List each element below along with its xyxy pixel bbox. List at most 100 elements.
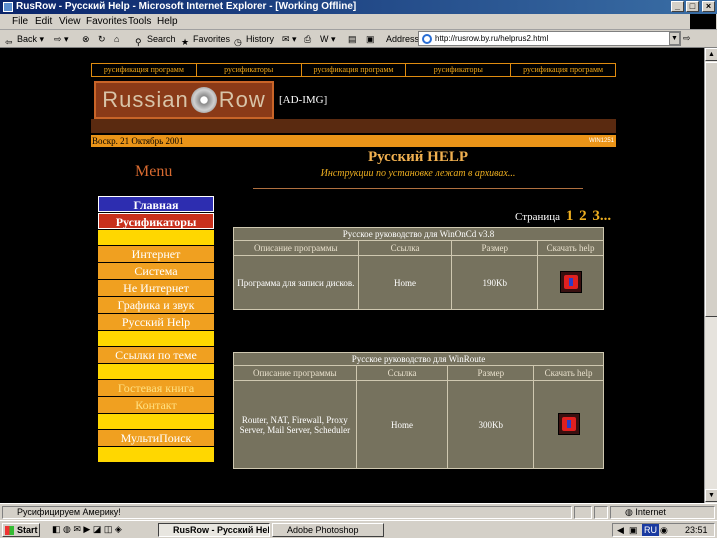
browser-window: RusRow - Русский Help - Microsoft Intern… <box>0 0 717 538</box>
forward-button[interactable]: ⇨ ▾ <box>54 32 69 46</box>
address-input[interactable]: http://rusrow.by.ru/helprus2.html <box>418 31 681 46</box>
menu-tools[interactable]: Tools <box>128 16 151 27</box>
scroll-up-icon[interactable]: ▲ <box>705 48 717 61</box>
clock: 23:51 <box>685 525 708 535</box>
encoding-link[interactable]: WIN1251 <box>589 135 614 147</box>
download-help-icon[interactable] <box>559 270 582 293</box>
nav-link[interactable]: Русификаторы <box>98 213 214 229</box>
minimize-button[interactable]: _ <box>671 1 684 12</box>
header-band <box>91 119 616 133</box>
go-button[interactable]: ⇨ <box>683 33 691 44</box>
nav-link[interactable]: Главная <box>98 196 214 212</box>
start-button[interactable]: Start <box>2 523 40 537</box>
file-size: 300Kb <box>447 380 535 469</box>
top-nav-link[interactable]: русификация программ <box>511 64 615 76</box>
nav-link[interactable]: МультиПоиск <box>98 430 214 446</box>
column-header: Скачать help <box>537 240 604 256</box>
download-cell <box>533 380 604 469</box>
file-size: 190Kb <box>451 255 539 310</box>
forward-arrow-icon: ⇨ <box>54 34 62 44</box>
page-content: русификация программ русификаторы русифи… <box>0 48 704 503</box>
column-header: Описание программы <box>233 365 357 381</box>
current-date: Воскр. 21 Октябрь 2001 <box>92 136 184 146</box>
edit-button[interactable]: W ▾ <box>320 32 336 46</box>
vertical-scrollbar[interactable]: ▲ ▼ <box>704 48 717 503</box>
maximize-button[interactable]: □ <box>686 1 699 12</box>
nav-link[interactable]: Русский Help <box>98 314 214 330</box>
program-description: Router, NAT, Firewall, Proxy Server, Mai… <box>233 380 357 469</box>
system-tray: ◀ ▣ RU ◉ 23:51 <box>612 523 715 537</box>
search-icon: ⚲ <box>135 36 142 47</box>
nav-link[interactable]: Система <box>98 263 214 279</box>
messenger-button[interactable]: ▣ <box>366 32 375 46</box>
download-cell <box>537 255 604 310</box>
top-nav-link[interactable]: русификация программ <box>302 64 407 76</box>
favorites-button[interactable]: ★ Favorites <box>181 32 230 47</box>
menu-file[interactable]: File <box>12 16 28 27</box>
menu-bar: File Edit View Favorites Tools Help <box>0 14 717 30</box>
search-button[interactable]: ⚲ Search <box>135 32 176 47</box>
logo-text-left: Russian <box>102 87 189 112</box>
address-dropdown-icon[interactable]: ▼ <box>669 32 680 45</box>
refresh-button[interactable]: ↻ <box>98 32 106 46</box>
page-subtitle: Инструкции по установке лежат в архивах.… <box>320 168 516 179</box>
nav-link[interactable]: Ссылки по теме <box>98 347 214 363</box>
nav-link[interactable]: Не Интернет <box>98 280 214 296</box>
nav-spacer <box>98 364 214 379</box>
network-icon[interactable]: ▣ <box>629 524 638 536</box>
back-button[interactable]: ⇦ Back ▾ <box>5 32 44 47</box>
quick-launch-icons[interactable]: ◧ ◍ ✉ ▶ ◪ ◫ ◈ <box>52 524 122 535</box>
discuss-button[interactable]: ▤ <box>348 32 357 46</box>
page-icon <box>422 34 432 44</box>
print-button[interactable]: ⎙ <box>304 32 311 46</box>
nav-spacer <box>98 331 214 346</box>
nav-link[interactable]: Интернет <box>98 246 214 262</box>
menu-edit[interactable]: Edit <box>35 16 52 27</box>
volume-icon[interactable]: ◀ <box>617 524 624 536</box>
nav-link[interactable]: Гостевая книга <box>98 380 214 396</box>
menu-view[interactable]: View <box>59 16 81 27</box>
home-button[interactable]: ⌂ <box>114 32 119 46</box>
language-indicator[interactable]: RU <box>642 524 659 536</box>
menu-help[interactable]: Help <box>157 16 178 27</box>
page-title: Русский HELP <box>367 149 469 165</box>
go-arrow-icon: ⇨ <box>683 33 691 43</box>
messenger-icon: ▣ <box>366 34 375 44</box>
date-bar: Воскр. 21 Октябрь 2001 WIN1251 <box>91 135 616 147</box>
history-button[interactable]: ◷ History <box>234 32 274 47</box>
scroll-thumb[interactable] <box>705 62 717 317</box>
top-nav-link[interactable]: русификаторы <box>406 64 512 76</box>
status-text: Русифицируем Америку! <box>2 506 572 519</box>
windows-flag-icon <box>5 526 14 535</box>
download-help-icon[interactable] <box>557 412 580 435</box>
ad-image-placeholder[interactable]: [AD-IMG] <box>279 94 327 106</box>
nav-link[interactable]: Контакт <box>98 397 214 413</box>
home-link[interactable]: Home <box>355 380 449 469</box>
column-header: Размер <box>447 365 535 381</box>
taskbar-ie-window[interactable]: RusRow - Русский Hel... <box>158 523 270 537</box>
page-link-1[interactable]: 1 <box>566 208 574 224</box>
mail-button[interactable]: ✉ ▾ <box>282 32 297 46</box>
site-logo[interactable]: Russian Row <box>94 81 274 119</box>
scroll-down-icon[interactable]: ▼ <box>705 489 717 502</box>
nav-link[interactable]: Графика и звук <box>98 297 214 313</box>
top-nav-link[interactable]: русификаторы <box>197 64 302 76</box>
tray-icon[interactable]: ◉ <box>660 524 668 536</box>
mail-icon: ✉ ▾ <box>282 34 297 44</box>
nav-spacer <box>98 230 214 245</box>
taskbar-photoshop[interactable]: Adobe Photoshop <box>272 523 384 537</box>
close-button[interactable]: × <box>702 1 715 12</box>
windows-logo-icon <box>690 14 716 29</box>
page-link-2[interactable]: 2 <box>579 208 587 224</box>
page-link-3[interactable]: 3... <box>592 208 611 224</box>
table-caption: Русское руководство для WinRoute <box>233 352 604 366</box>
logo-text-right: Row <box>218 87 266 112</box>
nav-spacer <box>98 447 214 462</box>
cd-disc-icon <box>190 87 217 113</box>
top-nav-link[interactable]: русификация программ <box>92 64 197 76</box>
menu-favorites[interactable]: Favorites <box>86 16 127 27</box>
pagination: Страница 1 2 3... <box>515 208 611 225</box>
stop-button[interactable]: ⊗ <box>82 32 90 46</box>
help-table-winroute: Русское руководство для WinRoute Описани… <box>233 352 604 469</box>
home-link[interactable]: Home <box>357 255 453 310</box>
